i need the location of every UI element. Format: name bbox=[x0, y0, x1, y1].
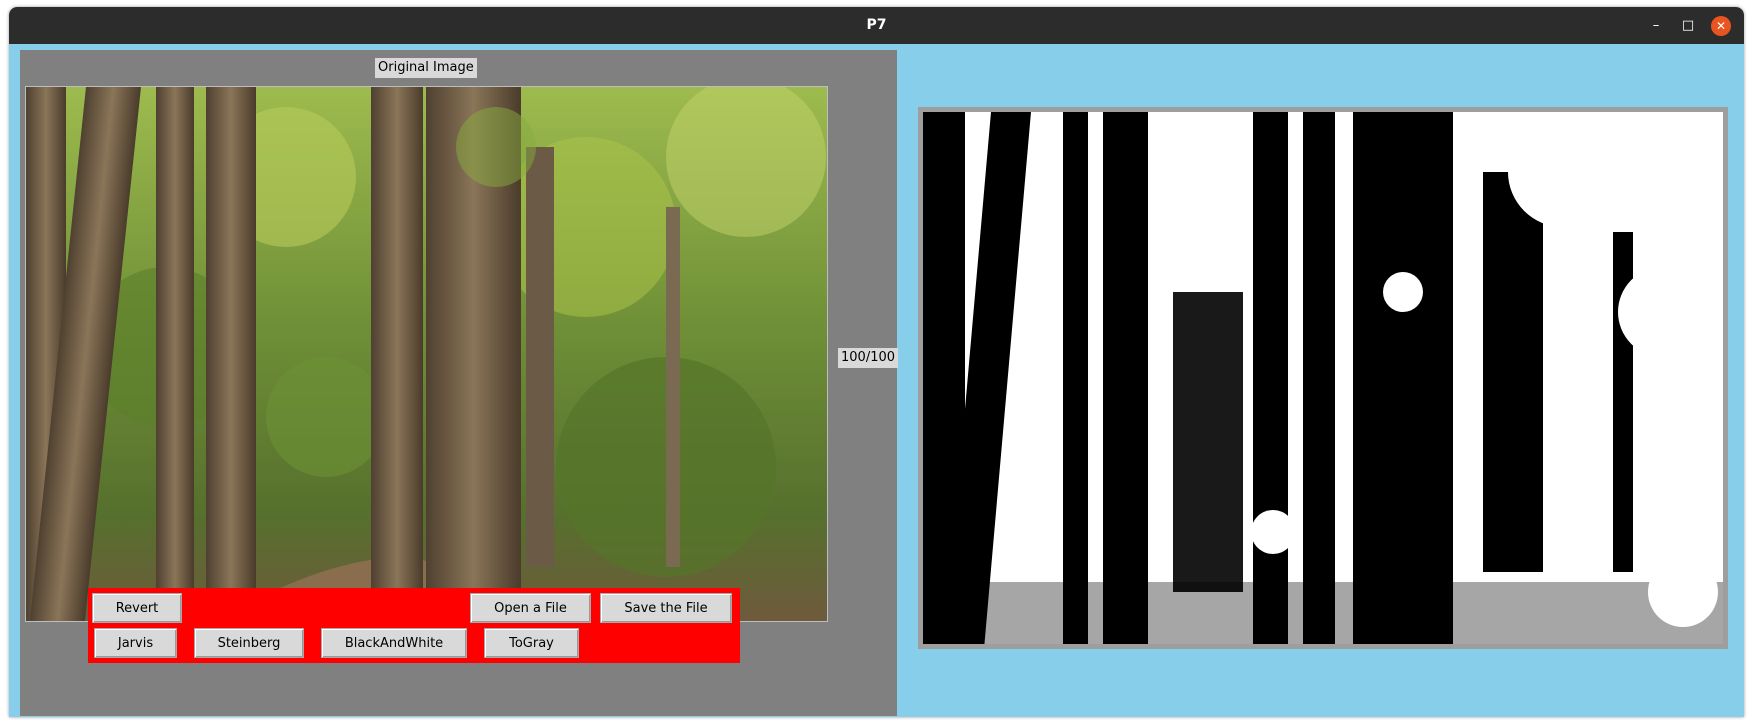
open-file-button[interactable]: Open a File bbox=[470, 593, 591, 623]
revert-button[interactable]: Revert bbox=[92, 593, 182, 623]
scale-value-label: 100/100 bbox=[838, 348, 899, 368]
original-image-label: Original Image bbox=[375, 58, 477, 78]
maximize-button[interactable]: □ bbox=[1678, 16, 1698, 36]
save-file-button[interactable]: Save the File bbox=[600, 593, 732, 623]
steinberg-button[interactable]: Steinberg bbox=[194, 628, 304, 658]
jarvis-button[interactable]: Jarvis bbox=[94, 628, 177, 658]
app-window: P7 – □ ✕ Original Image 100/100 Revert O… bbox=[9, 7, 1744, 717]
button-panel: Revert Open a File Save the File Jarvis … bbox=[88, 588, 740, 663]
result-image-frame bbox=[918, 107, 1728, 649]
minimize-button[interactable]: – bbox=[1646, 16, 1666, 36]
title-bar[interactable]: P7 – □ ✕ bbox=[9, 7, 1744, 44]
to-gray-button[interactable]: ToGray bbox=[484, 628, 579, 658]
result-image bbox=[923, 112, 1723, 644]
original-image bbox=[25, 86, 828, 622]
window-title: P7 bbox=[866, 17, 887, 33]
black-and-white-button[interactable]: BlackAndWhite bbox=[321, 628, 467, 658]
close-button[interactable]: ✕ bbox=[1711, 16, 1731, 36]
